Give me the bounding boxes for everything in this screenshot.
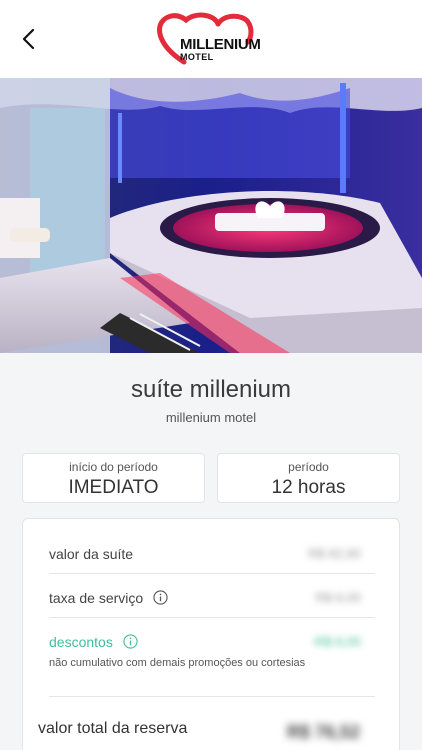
- discounts-label: descontos: [49, 634, 113, 650]
- suite-value-row: valor da suíte R$ 82,90: [49, 546, 375, 562]
- back-button[interactable]: [14, 24, 44, 54]
- divider: [49, 573, 375, 574]
- period-start-value: IMEDIATO: [68, 477, 159, 498]
- price-summary-card: valor da suíte R$ 82,90 taxa de serviço …: [22, 518, 400, 750]
- divider: [49, 696, 375, 697]
- logo-text: MILLENIUM: [180, 36, 261, 53]
- chevron-left-icon: [22, 28, 35, 50]
- info-icon[interactable]: [123, 634, 138, 649]
- total-label: valor total da reserva: [38, 720, 188, 737]
- info-icon[interactable]: [153, 590, 168, 605]
- app-header: MILLENIUM MOTEL: [0, 0, 422, 78]
- period-start-card: início do período IMEDIATO: [22, 453, 205, 503]
- period-length-card: período 12 horas: [217, 453, 400, 503]
- suite-value-label: valor da suíte: [49, 546, 134, 562]
- service-fee-label: taxa de serviço: [49, 590, 144, 606]
- period-length-label: período: [288, 460, 329, 474]
- period-start-label: início do período: [69, 460, 158, 474]
- service-fee-amount: R$ 6,00: [315, 590, 361, 605]
- discounts-amount: -R$ 6,00: [311, 634, 361, 649]
- suite-photo: [0, 78, 422, 353]
- discounts-row: descontos -R$ 6,00: [49, 634, 375, 650]
- millenium-logo: MILLENIUM MOTEL: [156, 10, 266, 66]
- suite-title: suíte millenium: [130, 376, 292, 403]
- suite-value-amount: R$ 82,90: [308, 546, 361, 561]
- service-fee-row: taxa de serviço R$ 6,00: [49, 590, 375, 606]
- divider: [49, 617, 375, 618]
- period-length-value: 12 horas: [271, 477, 346, 498]
- motel-name: millenium motel: [165, 410, 257, 425]
- total-amount: R$ 76,52: [286, 722, 360, 742]
- discounts-note: não cumulativo com demais promoções ou c…: [49, 657, 306, 669]
- logo-subtext: MOTEL: [180, 52, 214, 62]
- suite-photo-carousel[interactable]: [0, 78, 422, 353]
